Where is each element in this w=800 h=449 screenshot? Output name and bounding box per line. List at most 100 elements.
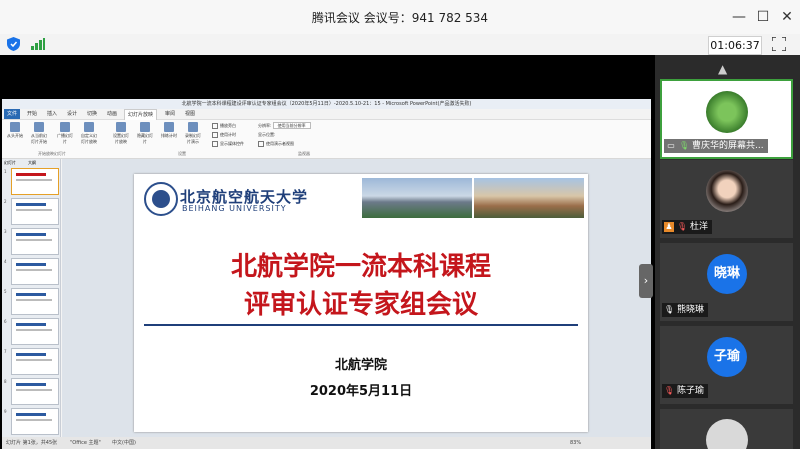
presentation-slide: 北京航空航天大学 BEIHANG UNIVERSITY 北航学院一流本科课程 评… [134,174,588,432]
check-presenter-view[interactable]: 使用演示者视图 [258,141,294,147]
ppt-status-bar: 幻灯片 第1张，共45张 "Office 主题" 中文(中国) 83% [2,437,651,449]
slide-number: 5 [4,289,7,294]
panel-toggle-arrow[interactable]: › [639,264,653,298]
slide-organizer: 北航学院 [334,358,387,373]
slide-thumbnail[interactable] [11,168,59,195]
menu-home[interactable]: 开始 [24,109,40,119]
slide-number: 8 [4,379,7,384]
slide-thumbnail[interactable] [11,228,59,255]
ribbon-hide-slide[interactable]: 隐藏幻灯片 [136,122,154,145]
slide-thumbnail-pane: 幻灯片 大纲 1 2 3 4 5 6 7 8 9 [2,159,61,437]
slide-thumbnail[interactable] [11,288,59,315]
campus-photo-2 [474,178,584,218]
fullscreen-icon[interactable] [772,37,786,51]
default-avatar-icon [706,419,748,449]
slide-date: 2020年5月11日 [309,384,413,399]
user-icon: ♟ [664,221,674,232]
close-button[interactable]: ✕ [776,6,798,28]
menu-animations[interactable]: 动画 [104,109,120,119]
slide-thumbnail[interactable] [11,318,59,345]
slide-thumbnail[interactable] [11,198,59,225]
minimize-button[interactable]: — [728,6,750,28]
ribbon-rehearse[interactable]: 排练计时 [160,122,178,139]
menu-review[interactable]: 审阅 [162,109,178,119]
participant-avatar: 晓琳 [707,254,747,294]
record-icon [188,122,198,132]
ppt-menu-bar: 文件 开始 插入 设计 切换 动画 幻灯片放映 审阅 视图 [2,109,651,120]
slide-title-line1: 北航学院一流本科课程 [230,252,491,282]
ribbon-from-beginning[interactable]: 从头开始 [6,122,24,139]
check-media-controls[interactable]: 显示媒体控件 [212,141,244,147]
ribbon-custom-show[interactable]: 自定义幻灯片放映 [80,122,98,145]
participant-avatar: 子瑜 [707,337,747,377]
meeting-timer: 01:06:37 [708,36,762,55]
participant-nametag: ♟ 🎙 杜洋 [662,220,713,234]
campus-photo-1 [362,178,472,218]
slide-number: 6 [4,319,7,324]
slide-title-line2: 评审认证专家组会议 [243,290,478,320]
participant-tile[interactable]: 晓琳 🎙 熊晓琳 [660,243,793,321]
menu-slideshow[interactable]: 幻灯片放映 [124,109,158,120]
ribbon-group-monitor: 监视器 [298,151,310,156]
slide-number: 9 [4,409,7,414]
university-name-en: BEIHANG UNIVERSITY [182,204,287,213]
status-zoom[interactable]: 83% [570,437,581,449]
ribbon-from-current[interactable]: 从当前幻灯片开始 [30,122,48,145]
slide-thumbnail[interactable] [11,408,59,435]
slide-number: 7 [4,349,7,354]
status-slide-count: 幻灯片 第1张，共45张 [6,440,58,446]
ribbon-group-setup: 设置 [178,151,186,156]
participant-avatar [706,91,748,133]
participant-tile[interactable] [660,409,793,449]
slide-number: 4 [4,259,7,264]
slide-number: 3 [4,229,7,234]
ppt-ribbon: 从头开始 从当前幻灯片开始 广播幻灯片 自定义幻灯片放映 设置幻灯片放映 隐藏幻… [2,120,651,159]
ppt-window-title: 北航学院一流本科课程建设评审认证专家组会议（2020年5月11日）-2020.5… [2,99,651,109]
title-divider [144,324,578,326]
slideshow-start-icon [10,122,20,132]
scroll-up-icon[interactable]: ▲ [718,62,727,76]
shield-icon[interactable] [7,37,20,51]
slideshow-current-icon [34,122,44,132]
menu-file[interactable]: 文件 [4,109,21,119]
title-bar: 腾讯会议 会议号：941 782 534 — ☐ ✕ [0,0,800,34]
rehearse-icon [164,122,174,132]
hide-slide-icon [140,122,150,132]
resolution-select[interactable]: 分辨率: 使用当前分辨率 [258,122,311,129]
mic-on-icon: 🎙 [664,304,675,314]
signal-icon[interactable] [31,38,45,50]
ribbon-setup[interactable]: 设置幻灯片放映 [112,122,130,145]
maximize-button[interactable]: ☐ [752,6,774,28]
slide-thumbnail[interactable] [11,348,59,375]
slide-number: 2 [4,199,7,204]
check-timings[interactable]: 使用计时 [212,132,236,138]
participant-nametag: 🎙 熊晓琳 [662,303,709,317]
slide-thumbnail[interactable] [11,378,59,405]
mic-muted-icon: 🎙 [664,385,675,395]
slide-thumbnail[interactable] [11,258,59,285]
participant-nametag: 🎙 陈子瑜 [662,384,709,398]
check-narration[interactable]: 播放旁白 [212,123,236,129]
participant-nametag: ▭ 🎙 曹庆华的屏幕共... [664,139,768,153]
ribbon-group-start: 开始放映幻灯片 [38,151,66,156]
broadcast-icon [60,122,70,132]
ribbon-broadcast[interactable]: 广播幻灯片 [56,122,74,145]
participant-tile[interactable]: 子瑜 🎙 陈子瑜 [660,326,793,404]
tab-slides[interactable]: 幻灯片 [4,160,16,166]
mic-on-icon: 🎙 [679,140,690,150]
ribbon-record[interactable]: 录制幻灯片演示 [184,122,202,145]
status-row [0,34,800,55]
participant-tile-screen[interactable]: ▭ 🎙 曹庆华的屏幕共... [660,79,793,159]
menu-transitions[interactable]: 切换 [84,109,100,119]
tab-outline[interactable]: 大纲 [28,160,36,166]
participant-tile[interactable]: ♟ 🎙 杜洋 [660,160,793,238]
menu-insert[interactable]: 插入 [44,109,60,119]
menu-design[interactable]: 设计 [64,109,80,119]
participant-avatar [706,170,748,212]
screen-share-icon: ▭ [667,140,675,150]
university-seal-logo [144,182,178,216]
menu-view[interactable]: 视图 [182,109,198,119]
mic-muted-icon: 🎙 [677,221,688,231]
custom-show-icon [84,122,94,132]
show-on-select[interactable]: 显示位置: [258,132,275,138]
